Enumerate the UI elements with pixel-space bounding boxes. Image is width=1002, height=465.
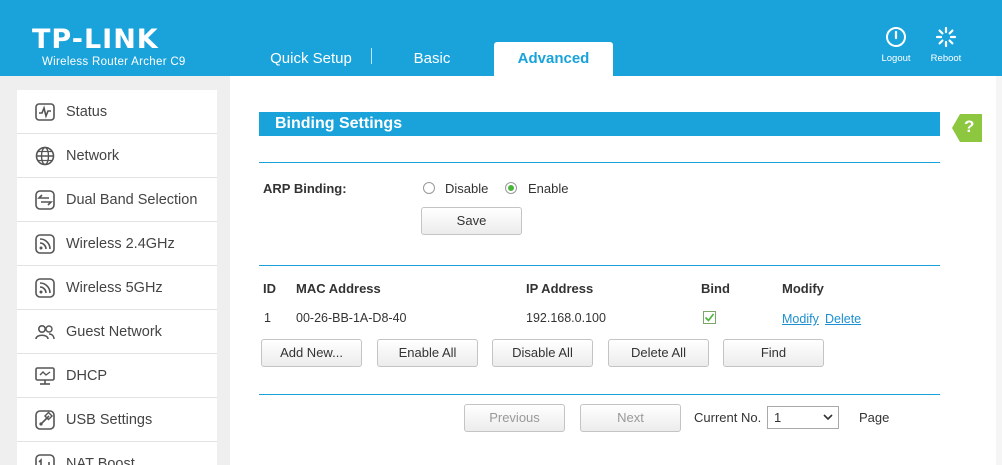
tab-basic[interactable]: Basic [378, 42, 486, 76]
dual-band-icon [34, 189, 56, 211]
next-button[interactable]: Next [580, 404, 681, 432]
arp-binding-label: ARP Binding: [263, 181, 347, 196]
dhcp-icon [34, 365, 56, 387]
current-no-label: Current No. [694, 410, 762, 425]
help-button[interactable]: ? [952, 114, 982, 142]
arp-enable-radio[interactable] [505, 182, 517, 194]
reboot-label: Reboot [930, 53, 962, 64]
sidebar-item-label: Guest Network [66, 323, 162, 340]
sidebar-item-nat-boost[interactable]: NAT Boost [17, 442, 217, 465]
col-header-id: ID [263, 281, 276, 296]
sidebar-item-label: Wireless 2.4GHz [66, 235, 175, 252]
col-header-mac: MAC Address [296, 281, 381, 296]
bind-checkbox[interactable] [703, 311, 716, 324]
col-header-bind: Bind [701, 281, 730, 296]
previous-button[interactable]: Previous [464, 404, 565, 432]
sidebar-item-label: Dual Band Selection [66, 191, 198, 208]
modify-link[interactable]: Modify [782, 312, 819, 326]
save-button[interactable]: Save [421, 207, 522, 235]
usb-icon [34, 409, 56, 431]
page-label: Page [859, 410, 890, 425]
model-name: Wireless Router Archer C9 [42, 56, 186, 68]
power-icon [886, 27, 906, 47]
delete-all-button[interactable]: Delete All [608, 339, 709, 367]
tab-divider [371, 48, 372, 64]
sidebar-item-wireless-5[interactable]: Wireless 5GHz [17, 266, 217, 310]
sidebar-item-usb-settings[interactable]: USB Settings [17, 398, 217, 442]
arp-disable-radio[interactable] [423, 182, 435, 194]
sidebar-item-label: NAT Boost [66, 455, 135, 465]
add-new-button[interactable]: Add New... [261, 339, 362, 367]
col-header-ip: IP Address [526, 281, 594, 296]
col-header-modify: Modify [782, 281, 824, 296]
delete-link[interactable]: Delete [825, 312, 861, 326]
sidebar-item-dhcp[interactable]: DHCP [17, 354, 217, 398]
arp-disable-label[interactable]: Disable [445, 181, 488, 196]
divider-bottom [259, 394, 940, 395]
help-label: ? [964, 117, 975, 136]
row-ip: 192.168.0.100 [526, 311, 606, 325]
sidebar-item-wireless-24[interactable]: Wireless 2.4GHz [17, 222, 217, 266]
sidebar-item-guest-network[interactable]: Guest Network [17, 310, 217, 354]
chevron-down-icon [818, 407, 838, 428]
sidebar-item-dual-band[interactable]: Dual Band Selection [17, 178, 217, 222]
reboot-icon [935, 26, 957, 48]
tab-quick-setup[interactable]: Quick Setup [252, 42, 370, 76]
logout-label: Logout [881, 53, 911, 64]
wireless-icon [34, 233, 56, 255]
row-id: 1 [264, 311, 271, 325]
sidebar-item-status[interactable]: Status [17, 90, 217, 134]
wireless-icon [34, 277, 56, 299]
tab-advanced[interactable]: Advanced [494, 42, 613, 76]
section-title-bar: Binding Settings [259, 112, 940, 136]
reboot-button[interactable]: Reboot [926, 26, 966, 64]
page-select[interactable]: 1 [767, 406, 839, 429]
globe-icon [34, 145, 56, 167]
top-header: TP-LINK Wireless Router Archer C9 Quick … [0, 0, 1002, 76]
sidebar-item-network[interactable]: Network [17, 134, 217, 178]
find-button[interactable]: Find [723, 339, 824, 367]
brand-logo: TP-LINK [32, 24, 159, 55]
scrollbar[interactable] [996, 76, 1002, 465]
arp-enable-label[interactable]: Enable [528, 181, 568, 196]
nat-boost-icon [34, 453, 56, 465]
sidebar-item-label: Status [66, 103, 108, 120]
enable-all-button[interactable]: Enable All [377, 339, 478, 367]
disable-all-button[interactable]: Disable All [492, 339, 593, 367]
sidebar-item-label: DHCP [66, 367, 108, 384]
status-icon [34, 101, 56, 123]
divider-top [259, 162, 940, 163]
guest-icon [34, 321, 56, 343]
sidebar-item-label: Wireless 5GHz [66, 279, 163, 296]
sidebar-item-label: Network [66, 147, 120, 164]
sidebar-menu: Status Network Dual Band Selection Wirel… [17, 90, 217, 465]
page-select-value: 1 [774, 410, 782, 425]
divider-middle [259, 265, 940, 266]
sidebar-item-label: USB Settings [66, 411, 153, 428]
row-mac: 00-26-BB-1A-D8-40 [296, 311, 407, 325]
logout-button[interactable]: Logout [876, 26, 916, 64]
